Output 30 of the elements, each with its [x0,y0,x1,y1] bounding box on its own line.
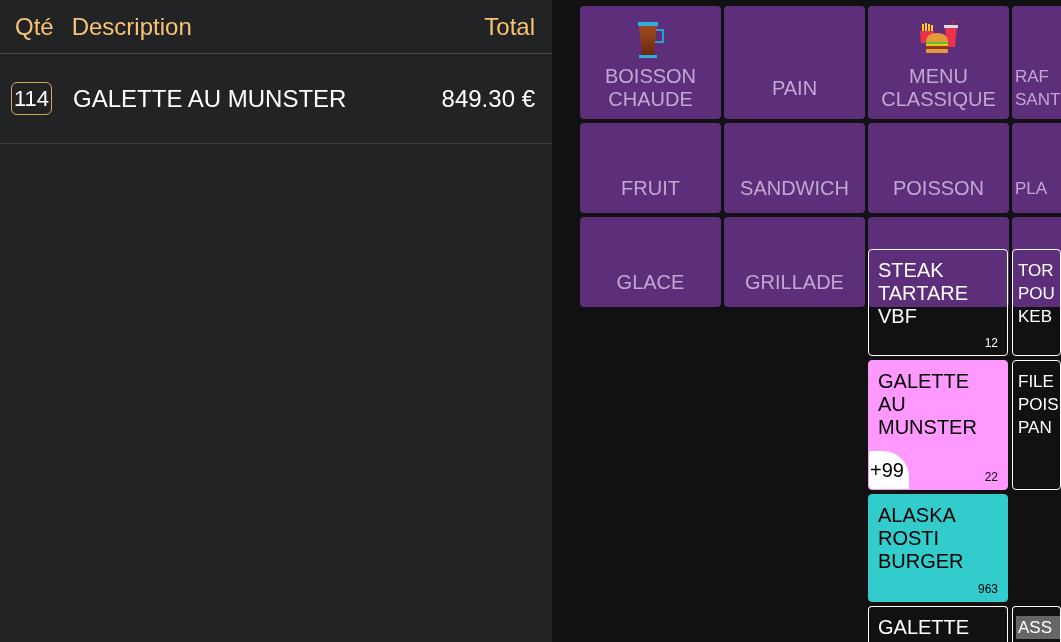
column-header: Total [484,12,535,41]
product-button[interactable]: ASS [1012,606,1061,642]
product-button[interactable]: FILE POIS PAN [1012,360,1061,490]
category-button[interactable]: MENU CLASSIQUE [868,6,1009,119]
category-button[interactable] [868,217,1009,307]
product-button[interactable]: ALASKA ROSTI BURGER 963 [868,494,1008,602]
column-header: Qté [15,12,54,41]
category-button[interactable] [1012,217,1061,307]
stock-count: 22 [984,470,998,484]
category-button[interactable]: PLA [1012,123,1061,213]
category-button[interactable]: GRILLADE [724,217,865,307]
category-button[interactable]: BOISSON CHAUDE [580,6,721,119]
mug-icon [635,21,666,59]
item-total: 849.30 € [441,84,535,113]
category-button[interactable]: POISSON [868,123,1009,213]
item-description: GALETTE AU MUNSTER [73,84,348,113]
category-button[interactable]: FRUIT [580,123,721,213]
product-button[interactable]: GALETTE [868,606,1008,642]
category-button[interactable]: RAF SANT [1012,6,1061,119]
column-header: Description [71,12,192,41]
category-button[interactable]: GLACE [580,217,721,307]
stock-count: 963 [977,582,998,596]
category-button[interactable]: SANDWICH [724,123,865,213]
product-button[interactable]: STEAK TARTARE VBF 12 [868,249,1008,356]
quantity-badge: +99 [869,451,909,489]
category-button[interactable]: PAIN [724,6,865,119]
stock-count: 12 [984,336,998,350]
quantity-tag: 114 [11,82,53,115]
product-button[interactable]: TOR POU KEB [1012,249,1061,356]
product-button[interactable]: GALETTE AU MUNSTER +99 22 [868,360,1008,490]
